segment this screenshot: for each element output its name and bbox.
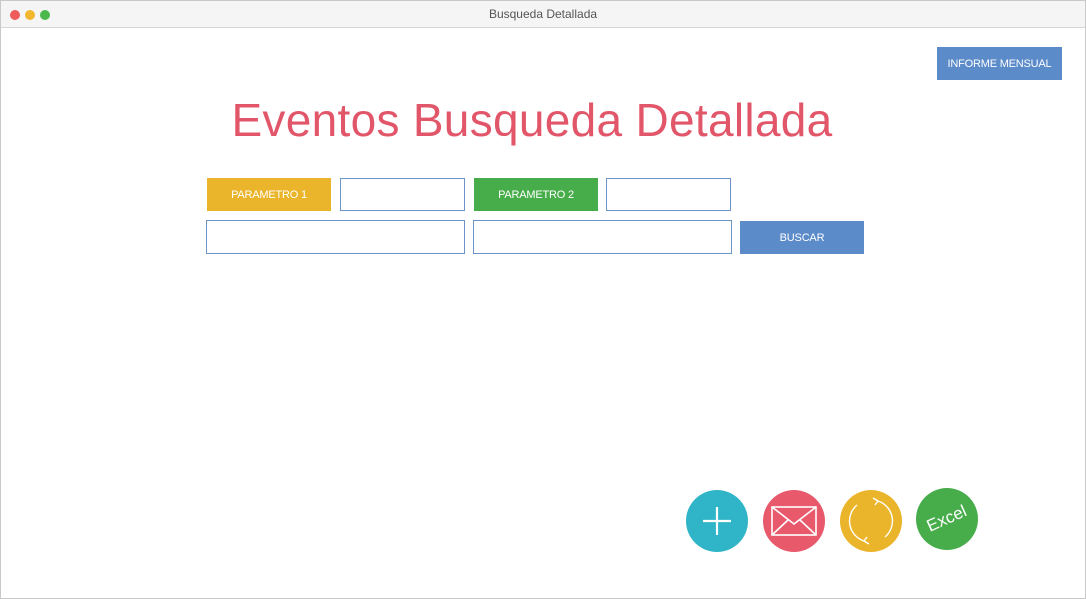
email-button[interactable] [763, 490, 825, 552]
app-window: Busqueda Detallada INFORME MENSUAL Event… [0, 0, 1086, 599]
search-field-left[interactable] [206, 220, 465, 254]
parameter-1-input[interactable] [340, 178, 465, 211]
refresh-button[interactable] [840, 490, 902, 552]
add-button[interactable] [686, 490, 748, 552]
search-field-right[interactable] [473, 220, 732, 254]
parameter-1-button[interactable]: PARAMETRO 1 [207, 178, 331, 211]
window-title: Busqueda Detallada [488, 7, 598, 21]
parameter-2-input[interactable] [606, 178, 731, 211]
export-excel-button[interactable]: Excel [916, 488, 978, 550]
plus-icon [703, 507, 731, 535]
page-title: Eventos Busqueda Detallada [231, 94, 833, 146]
excel-label: Excel [923, 501, 970, 536]
envelope-icon [771, 506, 817, 536]
refresh-icon [848, 497, 894, 545]
search-button[interactable]: BUSCAR [740, 221, 864, 254]
monthly-report-button[interactable]: INFORME MENSUAL [937, 47, 1062, 80]
parameter-2-button[interactable]: PARAMETRO 2 [474, 178, 598, 211]
title-bar: Busqueda Detallada [1, 1, 1085, 28]
